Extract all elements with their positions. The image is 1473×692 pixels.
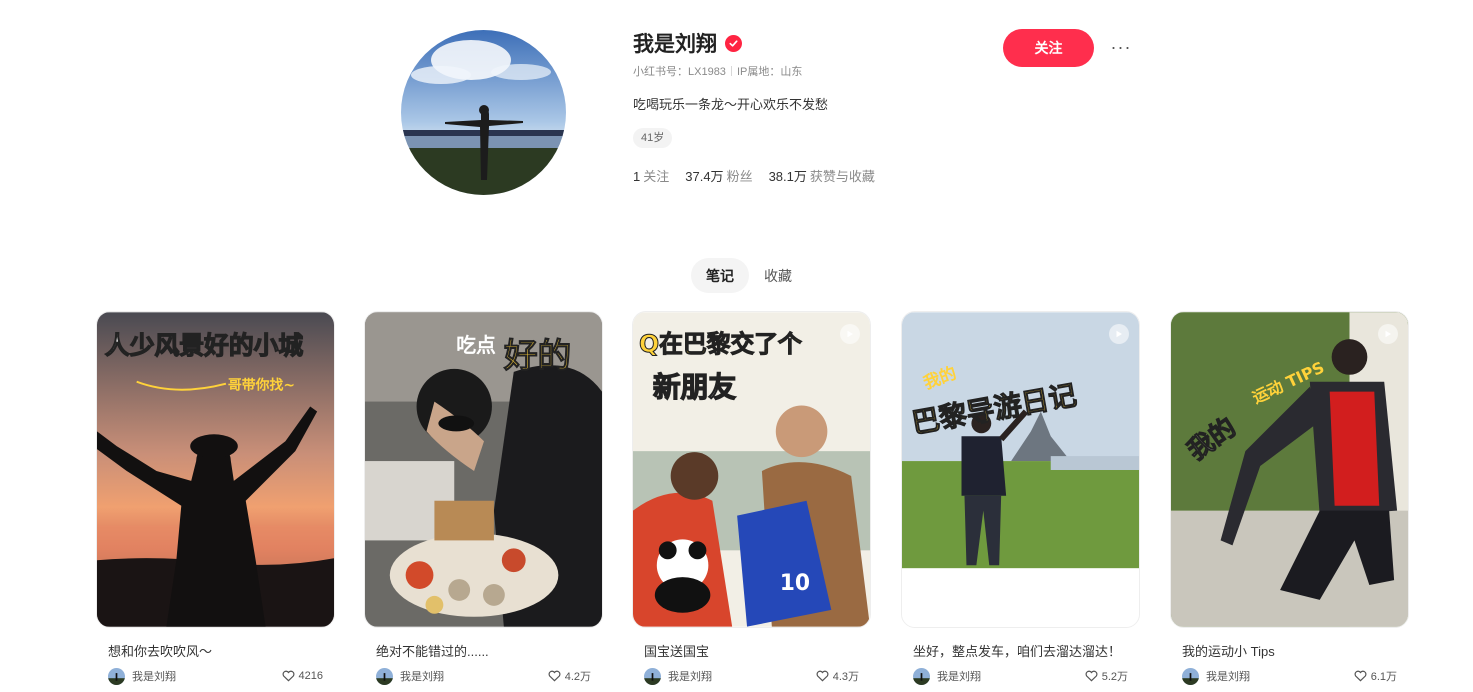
note-footer: 我是刘翔 4.2万 — [364, 667, 603, 685]
likes-count: 4.2万 — [564, 671, 591, 683]
fans-label: 粉丝 — [726, 169, 753, 184]
cover-text-line1: 人少风景好的小城 — [105, 331, 303, 360]
ip-location: IP属地：山东 — [736, 66, 803, 78]
red-id: 小红书号：LX1983 — [633, 66, 726, 78]
profile-name: 我是刘翔 — [633, 33, 717, 56]
author-avatar — [913, 667, 930, 685]
play-icon — [840, 324, 860, 344]
note-card[interactable]: 我的 巴黎导游日记 坐好，整点发车，咱们去溜达溜达！ 我是刘翔 5.2万 — [901, 311, 1140, 685]
follow-button[interactable]: 关注 — [1003, 29, 1094, 67]
cover-text-line2: 哥带你找~ — [228, 377, 295, 394]
note-footer: 我是刘翔 4.3万 — [632, 667, 871, 685]
note-author[interactable]: 我是刘翔 — [376, 667, 444, 685]
author-name: 我是刘翔 — [937, 671, 981, 683]
following-count: 1 — [633, 169, 641, 184]
profile-bio: 吃喝玩乐一条龙～开心欢乐不发愁 — [633, 97, 829, 112]
note-likes[interactable]: 4.2万 — [548, 668, 591, 684]
likes-count: 4.3万 — [832, 671, 859, 683]
author-name: 我是刘翔 — [400, 671, 444, 683]
cover-text-line1: 吃点 — [456, 334, 496, 357]
likes-count: 4216 — [298, 670, 323, 682]
profile-avatar — [401, 30, 566, 195]
tab-favorites[interactable]: 收藏 — [749, 258, 807, 293]
note-card[interactable]: 吃点 好的 绝对不能错过的...... 我是刘翔 4.2万 — [364, 311, 603, 685]
author-name: 我是刘翔 — [668, 671, 712, 683]
profile-stats: 1 关注 37.4万 粉丝 38.1万 获赞与收藏 — [633, 166, 993, 184]
cover-text-line2: 新朋友 — [653, 371, 737, 404]
heart-icon — [816, 670, 829, 682]
author-name: 我是刘翔 — [1206, 671, 1250, 683]
cover-text-line2: 好的 — [503, 336, 571, 375]
note-likes[interactable]: 4216 — [282, 670, 323, 682]
note-cover[interactable]: 10 Q在巴黎交了个 新朋友 — [632, 311, 871, 628]
author-avatar — [1182, 667, 1199, 685]
profile-meta: 小红书号：LX1983 IP属地：山东 — [633, 64, 993, 78]
note-card[interactable]: 10 Q在巴黎交了个 新朋友 国宝送国宝 我是刘翔 4.3万 — [632, 311, 871, 685]
note-author[interactable]: 我是刘翔 — [1182, 667, 1250, 685]
heart-icon — [548, 670, 561, 682]
meta-divider — [730, 66, 732, 76]
tab-notes[interactable]: 笔记 — [691, 258, 749, 293]
following-stat[interactable]: 1 关注 — [633, 166, 669, 184]
likes-count: 38.1万 — [768, 169, 807, 184]
note-author[interactable]: 我是刘翔 — [913, 667, 981, 685]
note-footer: 我是刘翔 5.2万 — [901, 667, 1140, 685]
note-title[interactable]: 绝对不能错过的...... — [364, 641, 603, 659]
note-card[interactable]: 人少风景好的小城 哥带你找~ 想和你去吹吹风～ 我是刘翔 4216 — [96, 311, 335, 685]
note-author[interactable]: 我是刘翔 — [108, 667, 176, 685]
age-tag: 41岁 — [633, 128, 673, 148]
note-cover[interactable]: 吃点 好的 — [364, 311, 603, 628]
fans-stat[interactable]: 37.4万 粉丝 — [685, 166, 752, 184]
note-footer: 我是刘翔 6.1万 — [1170, 667, 1409, 685]
profile-info: 我是刘翔 小红书号：LX1983 IP属地：山东 吃喝玩乐一条龙～开心欢乐不发愁… — [633, 28, 993, 184]
following-label: 关注 — [643, 169, 670, 184]
note-cover[interactable]: 人少风景好的小城 哥带你找~ — [96, 311, 335, 628]
note-footer: 我是刘翔 4216 — [96, 667, 335, 685]
author-avatar — [108, 667, 125, 685]
note-likes[interactable]: 4.3万 — [816, 668, 859, 684]
author-name: 我是刘翔 — [132, 671, 176, 683]
name-row: 我是刘翔 — [633, 28, 993, 58]
likes-label: 获赞与收藏 — [809, 169, 875, 184]
note-author[interactable]: 我是刘翔 — [644, 667, 712, 685]
svg-text:10: 10 — [780, 571, 810, 596]
profile-tabs: 笔记 收藏 — [691, 258, 807, 293]
heart-icon — [1354, 670, 1367, 682]
author-avatar — [376, 667, 393, 685]
play-icon — [1109, 324, 1129, 344]
likes-stat: 38.1万 获赞与收藏 — [769, 166, 875, 184]
author-avatar — [644, 667, 661, 685]
likes-count: 6.1万 — [1370, 671, 1397, 683]
heart-icon — [1085, 670, 1098, 682]
heart-icon — [282, 670, 294, 682]
note-card[interactable]: 我的 运动 TIPS 我的运动小 Tips 我是刘翔 6.1万 — [1170, 311, 1409, 685]
verified-icon — [725, 34, 742, 52]
more-options-icon[interactable]: ··· — [1108, 34, 1134, 60]
note-title[interactable]: 想和你去吹吹风～ — [96, 641, 335, 659]
likes-count: 5.2万 — [1101, 671, 1128, 683]
note-title[interactable]: 我的运动小 Tips — [1170, 641, 1409, 659]
note-title[interactable]: 坐好，整点发车，咱们去溜达溜达！ — [901, 641, 1140, 659]
play-icon — [1378, 324, 1398, 344]
note-cover[interactable]: 我的 巴黎导游日记 — [901, 311, 1140, 628]
note-likes[interactable]: 5.2万 — [1085, 668, 1128, 684]
cover-text-line1: Q在巴黎交了个 — [639, 330, 802, 358]
note-likes[interactable]: 6.1万 — [1354, 668, 1397, 684]
note-title[interactable]: 国宝送国宝 — [632, 641, 871, 659]
fans-count: 37.4万 — [685, 169, 724, 184]
note-cover[interactable]: 我的 运动 TIPS — [1170, 311, 1409, 628]
